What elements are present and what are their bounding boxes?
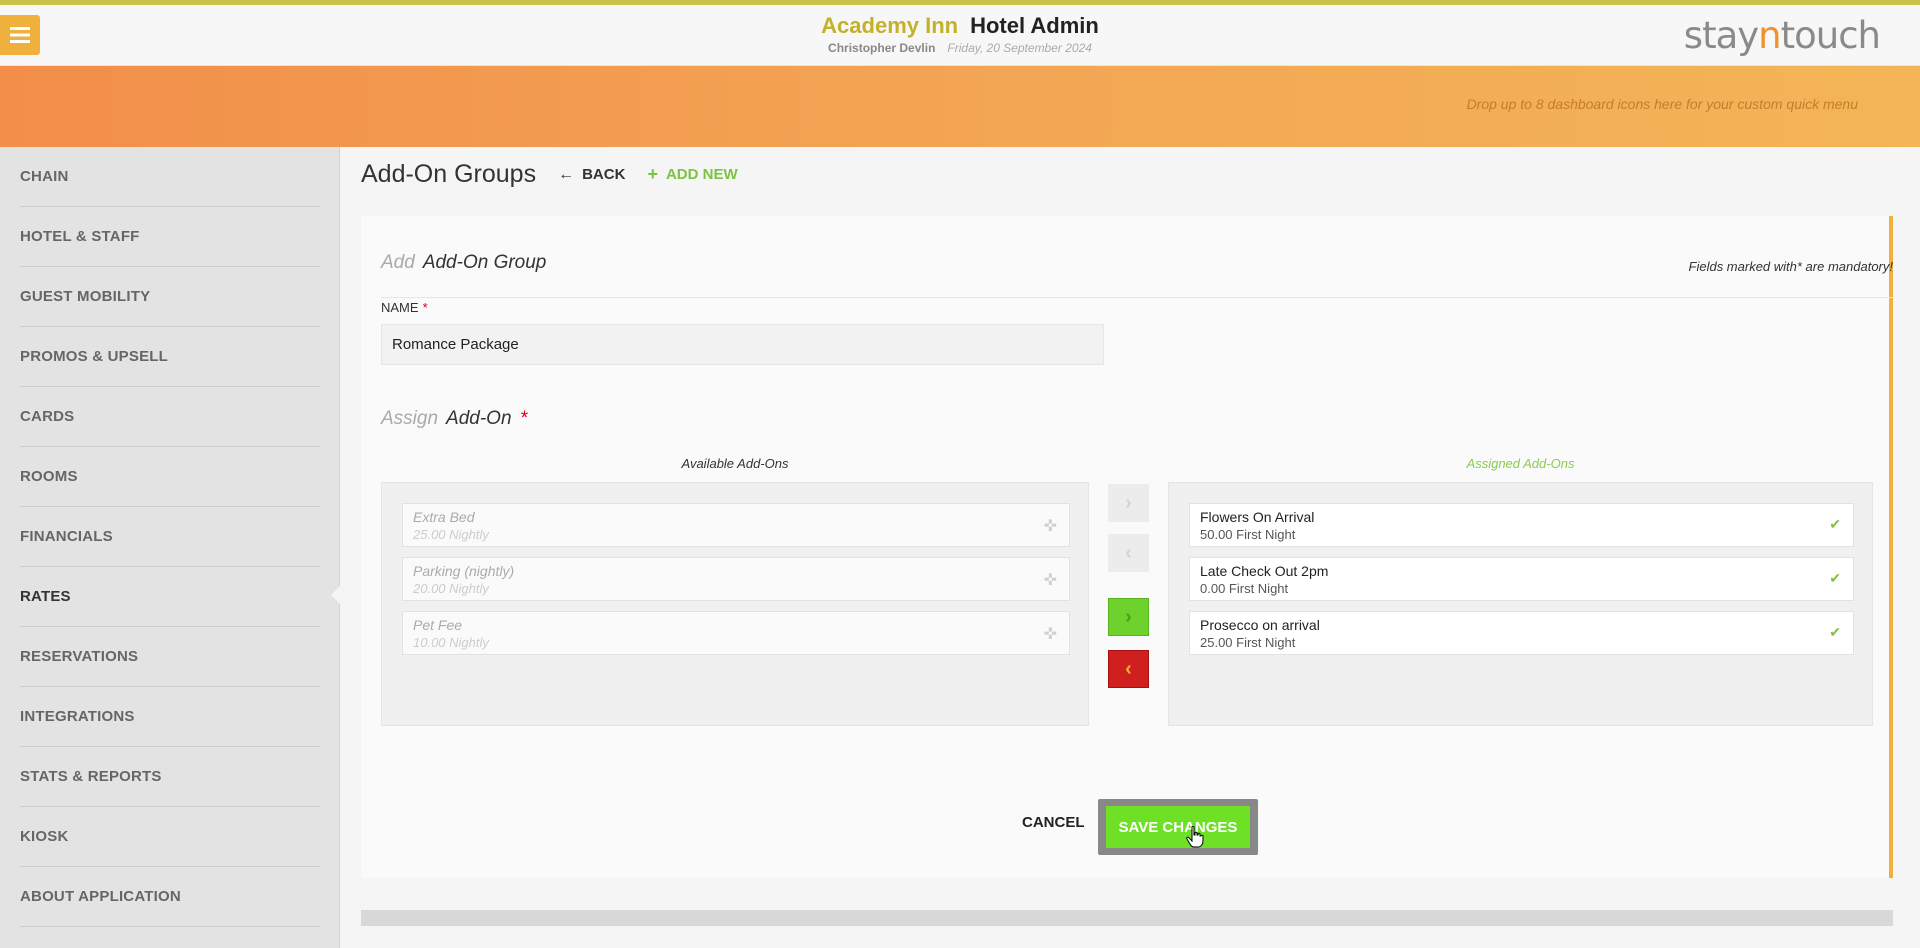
assigned-add-ons-list[interactable]: Flowers On Arrival 50.00 First Night ✔ L…	[1168, 482, 1873, 726]
chevron-left-icon: ‹	[1125, 541, 1132, 564]
list-item[interactable]: Flowers On Arrival 50.00 First Night ✔	[1189, 503, 1854, 547]
sidebar-item-stats-reports[interactable]: STATS & REPORTS	[20, 747, 320, 807]
sidebar-item-reservations[interactable]: RESERVATIONS	[20, 627, 320, 687]
check-icon: ✔	[1829, 570, 1841, 586]
page-header: Add-On Groups ← BACK + ADD NEW	[361, 160, 738, 189]
chevron-right-icon: ›	[1125, 605, 1132, 628]
app-name: Hotel Admin	[970, 13, 1099, 38]
page-title: Add-On Groups	[361, 160, 537, 188]
check-icon: ✔	[1829, 624, 1841, 640]
cancel-button[interactable]: CANCEL	[1022, 814, 1085, 831]
sidebar-item-financials[interactable]: FINANCIALS	[20, 507, 320, 567]
top-bar: Academy Inn Hotel Admin Christopher Devli…	[0, 5, 1920, 66]
hand-cursor-icon	[1186, 826, 1204, 848]
move-all-right-button[interactable]: ›	[1108, 598, 1149, 636]
sidebar-item-rates[interactable]: RATES	[20, 567, 320, 627]
list-item[interactable]: Pet Fee 10.00 Nightly ✜	[402, 611, 1070, 655]
hotel-name[interactable]: Academy Inn	[821, 13, 958, 38]
back-button[interactable]: ← BACK	[558, 166, 625, 184]
horizontal-scrollbar[interactable]	[361, 910, 1893, 926]
header-title-block: Academy Inn Hotel Admin Christopher Devli…	[0, 13, 1920, 55]
quick-menu-dropzone[interactable]: Drop up to 8 dashboard icons here for yo…	[0, 66, 1920, 147]
add-new-button[interactable]: + ADD NEW	[647, 164, 737, 185]
sidebar-item-integrations[interactable]: INTEGRATIONS	[20, 687, 320, 747]
plus-icon: +	[647, 164, 658, 184]
user-name: Christopher Devlin	[828, 41, 936, 55]
list-item[interactable]: Extra Bed 25.00 Nightly ✜	[402, 503, 1070, 547]
sidebar-item-promos-upsell[interactable]: PROMOS & UPSELL	[20, 327, 320, 387]
drag-handle-icon[interactable]: ✜	[1044, 516, 1057, 536]
sidebar: CHAIN HOTEL & STAFF GUEST MOBILITY PROMO…	[0, 147, 341, 948]
active-item-pointer	[331, 585, 341, 605]
sidebar-item-kiosk[interactable]: KIOSK	[20, 807, 320, 867]
form-header: Add Add-On Group Fields marked with* are …	[381, 252, 1893, 298]
form-title: Add Add-On Group	[381, 252, 547, 273]
drag-handle-icon[interactable]: ✜	[1044, 624, 1057, 644]
assign-add-on-title: Assign Add-On *	[381, 408, 529, 429]
sidebar-item-about-application[interactable]: ABOUT APPLICATION	[20, 867, 320, 927]
sidebar-item-hotel-staff[interactable]: HOTEL & STAFF	[20, 207, 320, 267]
available-add-ons-list[interactable]: Extra Bed 25.00 Nightly ✜ Parking (night…	[381, 482, 1089, 726]
stayntouch-logo: stayntouch	[1683, 14, 1881, 57]
arrow-left-icon: ←	[558, 165, 575, 183]
add-on-group-form: Add Add-On Group Fields marked with* are …	[361, 216, 1893, 878]
list-item[interactable]: Prosecco on arrival 25.00 First Night ✔	[1189, 611, 1854, 655]
drag-handle-icon[interactable]: ✜	[1044, 570, 1057, 590]
sidebar-item-guest-mobility[interactable]: GUEST MOBILITY	[20, 267, 320, 327]
save-changes-button[interactable]: SAVE CHANGES	[1106, 806, 1250, 848]
name-label: NAME *	[381, 300, 428, 315]
sidebar-item-cards[interactable]: CARDS	[20, 387, 320, 447]
chevron-left-icon: ‹	[1125, 657, 1132, 680]
add-new-label: ADD NEW	[665, 166, 738, 183]
sidebar-item-chain[interactable]: CHAIN	[20, 147, 320, 207]
chevron-right-icon: ›	[1125, 491, 1132, 514]
back-label: BACK	[582, 166, 626, 183]
check-icon: ✔	[1829, 516, 1841, 532]
move-right-button[interactable]: ›	[1108, 484, 1149, 522]
list-item[interactable]: Late Check Out 2pm 0.00 First Night ✔	[1189, 557, 1854, 601]
list-item[interactable]: Parking (nightly) 20.00 Nightly ✜	[402, 557, 1070, 601]
quick-menu-hint: Drop up to 8 dashboard icons here for yo…	[1466, 96, 1858, 112]
move-left-button[interactable]: ‹	[1108, 534, 1149, 572]
assigned-add-ons-label: Assigned Add-Ons	[1466, 456, 1575, 471]
name-field[interactable]	[381, 324, 1104, 365]
move-all-left-button[interactable]: ‹	[1108, 650, 1149, 688]
save-button-focus-ring: SAVE CHANGES	[1098, 799, 1258, 855]
mandatory-note: Fields marked with* are mandatory!	[1688, 259, 1893, 274]
available-add-ons-label: Available Add-Ons	[681, 456, 789, 471]
business-date: Friday, 20 September 2024	[947, 41, 1092, 55]
sidebar-item-rooms[interactable]: ROOMS	[20, 447, 320, 507]
